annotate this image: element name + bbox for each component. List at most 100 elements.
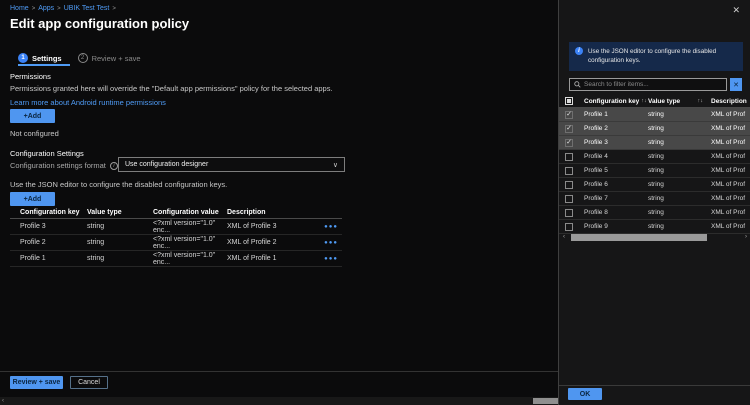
horizontal-scrollbar[interactable]: ‹ (0, 397, 558, 405)
cell-description: XML of Prof (711, 223, 750, 230)
checkmark-icon: ✓ (566, 125, 572, 132)
scrollbar-thumb[interactable] (571, 234, 707, 241)
header-configuration-key-text: Configuration key (584, 98, 639, 105)
tab-review-number: 2 (78, 53, 88, 63)
info-banner-text: Use the JSON editor to configure the dis… (588, 47, 737, 66)
review-save-button[interactable]: Review + save (10, 376, 63, 389)
search-clear-icon[interactable]: ✕ (730, 78, 742, 91)
row-checkbox[interactable]: ✓ (565, 111, 573, 119)
table-row[interactable]: ✓ Profile 2 string XML of Prof (559, 122, 750, 136)
cell-key: Profile 3 (584, 139, 648, 146)
select-all-checkbox[interactable] (565, 97, 573, 105)
tab-review-save[interactable]: 2 Review + save (78, 53, 141, 63)
active-tab-underline (18, 64, 70, 66)
row-checkbox[interactable]: ✓ (565, 195, 573, 203)
breadcrumb-app-name[interactable]: UBIK Test Test (64, 5, 110, 12)
checkmark-icon: ✓ (566, 111, 572, 118)
breadcrumb: Home>Apps>UBIK Test Test> (10, 5, 119, 12)
cancel-button[interactable]: Cancel (70, 376, 108, 389)
table-row[interactable]: ✓ Profile 8 string XML of Prof (559, 206, 750, 220)
breadcrumb-separator: > (112, 6, 116, 12)
row-checkbox[interactable]: ✓ (565, 223, 573, 231)
breadcrumb-home[interactable]: Home (10, 5, 29, 12)
cell-type: string (87, 239, 153, 246)
breadcrumb-apps[interactable]: Apps (38, 5, 54, 12)
cell-type: string (648, 195, 711, 202)
cell-description: XML of Prof (711, 181, 750, 188)
cell-description: XML of Profile 2 (227, 239, 312, 246)
header-description: Description (227, 209, 312, 216)
header-configuration-key: Configuration key (10, 209, 87, 216)
cell-key: Profile 9 (584, 223, 648, 230)
row-checkbox[interactable]: ✓ (565, 139, 573, 147)
scroll-left-arrow-icon[interactable]: ‹ (2, 397, 4, 405)
table-row[interactable]: ✓ Profile 7 string XML of Prof (559, 192, 750, 206)
chevron-down-icon: ∨ (333, 161, 338, 169)
table-row[interactable]: Profile 1 string <?xml version="1.0" enc… (10, 251, 342, 267)
tab-review-label: Review + save (92, 54, 141, 63)
cell-type: string (648, 139, 711, 146)
table-row[interactable]: ✓ Profile 6 string XML of Prof (559, 178, 750, 192)
cell-description: XML of Prof (711, 167, 750, 174)
configuration-format-label-text: Configuration settings format (10, 161, 106, 170)
cell-type: string (648, 111, 711, 118)
row-checkbox[interactable]: ✓ (565, 181, 573, 189)
row-checkbox[interactable]: ✓ (565, 209, 573, 217)
row-checkbox[interactable]: ✓ (565, 153, 573, 161)
table-row[interactable]: ✓ Profile 3 string XML of Prof (559, 136, 750, 150)
row-checkbox[interactable]: ✓ (565, 167, 573, 175)
cell-type: string (648, 167, 711, 174)
scrollbar-thumb[interactable] (533, 398, 558, 404)
cell-key: Profile 7 (584, 195, 648, 202)
table-row[interactable]: Profile 3 string <?xml version="1.0" enc… (10, 219, 342, 235)
info-icon[interactable]: i (110, 162, 118, 170)
configuration-add-button[interactable]: +Add (10, 192, 55, 206)
header-configuration-key[interactable]: Configuration key ↑↓ (584, 98, 648, 105)
checkmark-icon: ✓ (566, 139, 572, 146)
table-row[interactable]: ✓ Profile 4 string XML of Prof (559, 150, 750, 164)
table-row[interactable]: ✓ Profile 1 string XML of Prof (559, 108, 750, 122)
flyout-panel: ✕ i Use the JSON editor to configure the… (558, 0, 750, 405)
table-row[interactable]: ✓ Profile 5 string XML of Prof (559, 164, 750, 178)
cell-key: Profile 2 (584, 125, 648, 132)
horizontal-scrollbar[interactable]: ‹ › (559, 233, 750, 242)
ok-button[interactable]: OK (568, 388, 602, 400)
close-icon[interactable]: ✕ (732, 5, 740, 16)
header-configuration-value: Configuration value (153, 209, 227, 216)
header-description-text: Description (711, 98, 747, 105)
cell-value: <?xml version="1.0" enc... (153, 236, 227, 250)
footer-divider (0, 371, 558, 372)
cell-description: XML of Prof (711, 139, 750, 146)
cell-description: XML of Profile 3 (227, 223, 312, 230)
scroll-left-arrow-icon[interactable]: ‹ (563, 233, 565, 242)
search-input[interactable] (584, 81, 722, 88)
scroll-right-arrow-icon[interactable]: › (745, 233, 747, 242)
row-checkbox[interactable]: ✓ (565, 125, 573, 133)
header-description: Description (711, 98, 750, 105)
table-row[interactable]: ✓ Profile 9 string XML of Prof (559, 220, 750, 234)
cell-value: <?xml version="1.0" enc... (153, 220, 227, 234)
tab-settings[interactable]: 1 Settings (18, 53, 62, 63)
row-menu-ellipsis-icon[interactable]: ●●● (312, 240, 342, 246)
row-menu-ellipsis-icon[interactable]: ●●● (312, 256, 342, 262)
footer-divider (559, 385, 750, 386)
configuration-format-dropdown[interactable]: Use configuration designer ∨ (118, 157, 345, 172)
cell-description: XML of Prof (711, 195, 750, 202)
permissions-learn-more-link[interactable]: Learn more about Android runtime permiss… (10, 98, 166, 107)
sort-icon: ↑↓ (641, 98, 647, 104)
cell-key: Profile 1 (584, 111, 648, 118)
cell-type: string (87, 255, 153, 262)
cell-description: XML of Prof (711, 209, 750, 216)
cell-description: XML of Profile 1 (227, 255, 312, 262)
cell-value: <?xml version="1.0" enc... (153, 252, 227, 266)
table-row[interactable]: Profile 2 string <?xml version="1.0" enc… (10, 235, 342, 251)
sort-icon: ↑↓ (698, 98, 704, 104)
indeterminate-mark (567, 99, 571, 103)
header-value-type[interactable]: Value type ↑↓ (648, 98, 711, 105)
cell-type: string (648, 223, 711, 230)
cell-key: Profile 1 (10, 255, 87, 262)
info-banner: i Use the JSON editor to configure the d… (569, 42, 743, 71)
more-options-icon[interactable]: ... (155, 22, 165, 31)
row-menu-ellipsis-icon[interactable]: ●●● (312, 224, 342, 230)
permissions-add-button[interactable]: +Add (10, 109, 55, 123)
